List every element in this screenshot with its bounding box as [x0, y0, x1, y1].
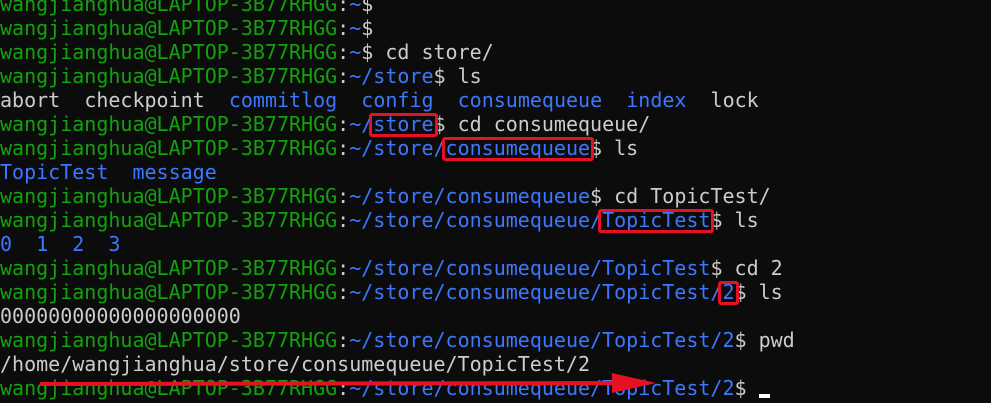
command-text [747, 376, 759, 400]
prompt-path-prefix: ~/store/consumequeue/TopicTest/ [349, 280, 723, 304]
prompt-user: wangjianghua@LAPTOP-3B77RHGG [0, 208, 338, 232]
file-entry: checkpoint [84, 88, 205, 112]
directory-entry: config [361, 88, 434, 112]
prompt-colon: : [337, 208, 350, 232]
prompt-user: wangjianghua@LAPTOP-3B77RHGG [0, 136, 338, 160]
prompt-dollar: $ [361, 16, 374, 40]
command-text: cd 2 [722, 256, 783, 280]
prompt-colon: : [337, 40, 350, 64]
prompt-path: ~/store/consumequeue/TopicTest [349, 256, 711, 280]
prompt-user: wangjianghua@LAPTOP-3B77RHGG [0, 40, 338, 64]
prompt-colon: : [337, 64, 350, 88]
prompt-line: wangjianghua@LAPTOP-3B77RHGG:~$ [0, 0, 991, 16]
command-text: cd TopicTest/ [602, 184, 771, 208]
command-text: pwd [746, 328, 795, 352]
prompt-dollar: $ [734, 280, 747, 304]
prompt-colon: : [337, 256, 350, 280]
prompt-user: wangjianghua@LAPTOP-3B77RHGG [0, 256, 338, 280]
prompt-line: wangjianghua@LAPTOP-3B77RHGG:~/store/con… [0, 376, 991, 400]
prompt-dollar: $ [433, 112, 446, 136]
directory-entry: 2 [72, 232, 85, 256]
prompt-colon: : [337, 328, 350, 352]
prompt-dollar: $ [590, 136, 603, 160]
prompt-line: wangjianghua@LAPTOP-3B77RHGG:~$ [0, 16, 991, 40]
command-text: cd consumequeue/ [445, 112, 651, 136]
directory-entry: commitlog [228, 88, 338, 112]
prompt-colon: : [337, 184, 350, 208]
prompt-line: wangjianghua@LAPTOP-3B77RHGG:~/store$ ls [0, 64, 991, 88]
output-text: /home/wangjianghua/store/consumequeue/To… [0, 352, 591, 376]
prompt-user: wangjianghua@LAPTOP-3B77RHGG [0, 16, 338, 40]
prompt-line: wangjianghua@LAPTOP-3B77RHGG:~/store/con… [0, 280, 991, 305]
prompt-dollar: $ [710, 256, 723, 280]
ls-output: 0 1 2 3 [0, 232, 991, 256]
prompt-colon: : [337, 16, 350, 40]
prompt-line: wangjianghua@LAPTOP-3B77RHGG:~/store/con… [0, 184, 991, 208]
prompt-path: ~ [349, 16, 362, 40]
prompt-line: wangjianghua@LAPTOP-3B77RHGG:~/store$ cd… [0, 112, 991, 137]
prompt-colon: : [337, 376, 350, 400]
prompt-path-prefix: ~/ [349, 112, 374, 136]
prompt-line: wangjianghua@LAPTOP-3B77RHGG:~/store/con… [0, 256, 991, 280]
command-text: ls [746, 280, 783, 304]
directory-entry: index [626, 88, 687, 112]
prompt-line: wangjianghua@LAPTOP-3B77RHGG:~/store/con… [0, 328, 991, 352]
directory-entry: message [132, 160, 217, 184]
directory-entry: consumequeue [457, 88, 603, 112]
prompt-dollar: $ [710, 208, 723, 232]
terminal-output[interactable]: wangjianghua@LAPTOP-3B77RHGG:~$ wangjiang… [0, 0, 991, 403]
prompt-path-prefix: ~/store/ [349, 136, 446, 160]
prompt-dollar: $ [361, 0, 374, 16]
prompt-user: wangjianghua@LAPTOP-3B77RHGG [0, 64, 338, 88]
directory-entry: 1 [36, 232, 49, 256]
file-entry: 00000000000000000000 [0, 304, 241, 328]
prompt-user: wangjianghua@LAPTOP-3B77RHGG [0, 328, 338, 352]
highlighted-path-segment: consumequeue [441, 136, 594, 161]
prompt-path: ~/store/consumequeue/TopicTest/2 [349, 376, 735, 400]
file-entry: lock [710, 88, 759, 112]
prompt-line: wangjianghua@LAPTOP-3B77RHGG:~$ cd store… [0, 40, 991, 64]
prompt-user: wangjianghua@LAPTOP-3B77RHGG [0, 0, 338, 16]
prompt-dollar: $ [433, 64, 446, 88]
prompt-user: wangjianghua@LAPTOP-3B77RHGG [0, 376, 338, 400]
directory-entry: TopicTest [0, 160, 109, 184]
highlighted-path-segment: TopicTest [598, 208, 715, 233]
command-text: ls [445, 64, 482, 88]
prompt-path: ~ [349, 40, 362, 64]
prompt-user: wangjianghua@LAPTOP-3B77RHGG [0, 280, 338, 304]
prompt-path: ~/store [349, 64, 434, 88]
highlighted-path-segment: store [369, 112, 438, 137]
command-output: /home/wangjianghua/store/consumequeue/To… [0, 352, 991, 376]
file-entry: abort [0, 88, 61, 112]
prompt-colon: : [337, 0, 350, 16]
prompt-colon: : [337, 280, 350, 304]
prompt-user: wangjianghua@LAPTOP-3B77RHGG [0, 184, 338, 208]
prompt-path: ~/store/consumequeue/TopicTest/2 [349, 328, 735, 352]
directory-entry: 0 [0, 232, 13, 256]
directory-entry: 3 [108, 232, 121, 256]
prompt-line: wangjianghua@LAPTOP-3B77RHGG:~/store/con… [0, 136, 991, 161]
command-text: cd store/ [373, 40, 494, 64]
prompt-dollar: $ [734, 376, 747, 400]
prompt-dollar: $ [590, 184, 603, 208]
ls-output: 00000000000000000000 [0, 304, 991, 328]
highlighted-path-segment: 2 [718, 280, 739, 305]
prompt-colon: : [337, 112, 350, 136]
ls-output: TopicTest message [0, 160, 991, 184]
command-text: ls [722, 208, 759, 232]
prompt-path-prefix: ~/store/consumequeue/ [349, 208, 603, 232]
prompt-path: ~/store/consumequeue [349, 184, 591, 208]
prompt-line: wangjianghua@LAPTOP-3B77RHGG:~/store/con… [0, 208, 991, 233]
command-text: ls [602, 136, 639, 160]
prompt-user: wangjianghua@LAPTOP-3B77RHGG [0, 112, 338, 136]
text-cursor [758, 394, 770, 398]
ls-output: abort checkpoint commitlog config consum… [0, 88, 991, 112]
prompt-path: ~ [349, 0, 362, 16]
prompt-colon: : [337, 136, 350, 160]
prompt-dollar: $ [734, 328, 747, 352]
prompt-dollar: $ [361, 40, 374, 64]
